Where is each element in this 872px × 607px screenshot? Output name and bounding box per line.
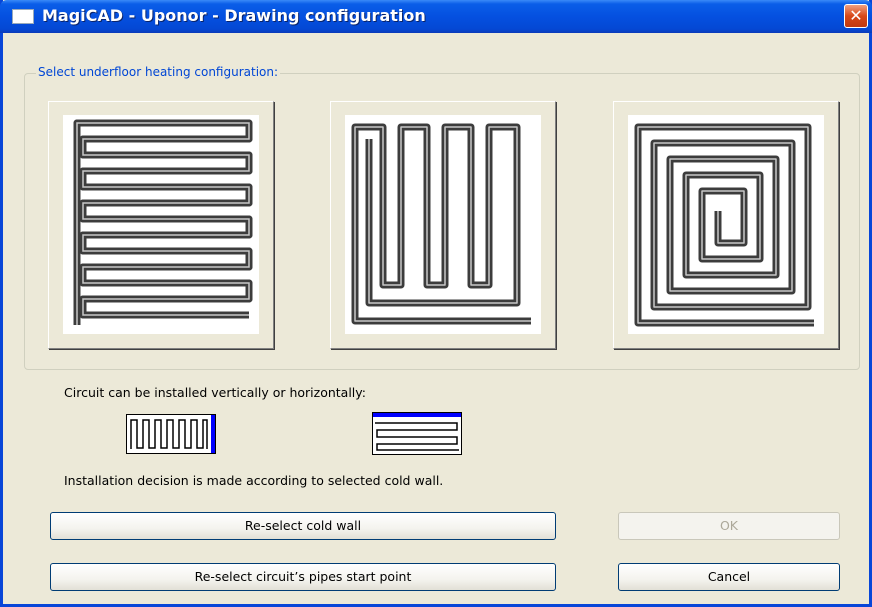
reselect-start-point-button[interactable]: Re-select circuit’s pipes start point [50,563,556,591]
title-bar[interactable]: MagiCAD - Uponor - Drawing configuration… [0,0,872,33]
groupbox-label: Select underfloor heating configuration: [36,65,281,79]
serpentine-pattern-icon [63,115,259,334]
reselect-cold-wall-button[interactable]: Re-select cold wall [50,512,556,540]
installation-info-text: Installation decision is made according … [64,473,444,488]
orientation-label: Circuit can be installed vertically or h… [64,385,366,400]
spiral-pattern-icon [628,115,824,334]
serpentine-pattern-button[interactable] [48,101,274,349]
app-icon [12,9,34,24]
window-title: MagiCAD - Uponor - Drawing configuration [42,6,426,25]
ok-button[interactable]: OK [618,512,840,540]
cancel-button[interactable]: Cancel [618,563,840,591]
meander-pattern-icon [345,115,541,334]
vertical-circuit-icon [126,414,216,454]
meander-pattern-button[interactable] [330,101,556,349]
close-button[interactable]: ✕ [844,4,868,28]
spiral-pattern-button[interactable] [613,101,839,349]
horizontal-circuit-icon [372,412,462,455]
